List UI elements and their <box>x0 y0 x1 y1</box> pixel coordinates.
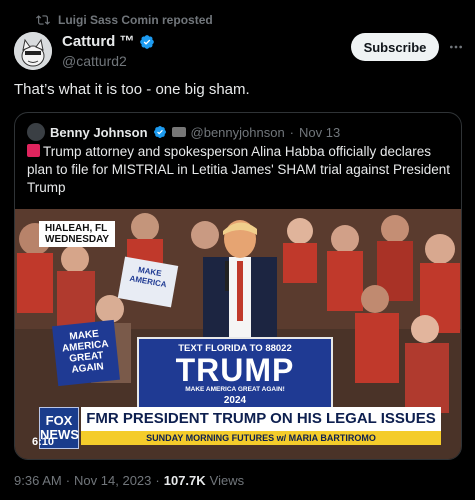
siren-emoji-icon <box>27 144 40 157</box>
tweet-metadata: 9:36 AM · Nov 14, 2023 · 107.7K Views <box>14 473 244 488</box>
quoted-tweet-video[interactable]: HIALEAH, FL WEDNESDAY MAKE AMERICA MAKE … <box>15 209 461 459</box>
author-avatar[interactable] <box>14 32 52 70</box>
cat-avatar-icon <box>14 32 52 70</box>
maga-sign-top: MAKE AMERICA <box>117 256 179 308</box>
verified-badge-icon <box>139 34 154 49</box>
verified-badge-icon <box>153 126 166 138</box>
quoted-tweet-text: Trump attorney and spokesperson Alina Ha… <box>27 144 451 195</box>
tweet-date[interactable]: Nov 14, 2023 <box>74 473 151 488</box>
sign-year-text: 2024 <box>223 395 247 406</box>
quoted-tweet-text-block: Trump attorney and spokesperson Alina Ha… <box>27 143 452 197</box>
views-label: Views <box>209 473 245 488</box>
location-line-1: HIALEAH, FL <box>45 223 108 234</box>
author-name: Catturd ™ <box>62 33 135 50</box>
quoted-author-name: Benny Johnson <box>50 124 148 140</box>
sign-main-text: TRUMP <box>175 352 295 388</box>
repost-text: Luigi Sass Comin reposted <box>58 13 213 27</box>
maga-sign-left: MAKE AMERICA GREAT AGAIN <box>52 319 120 387</box>
quoted-tweet-date: Nov 13 <box>299 124 341 140</box>
news-lower-third: FOX NEWS 6:10 FMR PRESIDENT TRUMP ON HIS… <box>15 407 461 459</box>
tweet-text: That’s what it is too - one big sham. <box>14 81 250 98</box>
show-name: SUNDAY MORNING FUTURES w/ MARIA BARTIROM… <box>81 431 441 445</box>
author-name-row[interactable]: Catturd ™ <box>62 33 155 50</box>
affiliate-badge-icon <box>171 127 186 137</box>
quoted-author-handle: @bennyjohnson <box>190 124 285 140</box>
repost-indicator[interactable]: Luigi Sass Comin reposted <box>36 13 213 27</box>
quoted-author-avatar <box>27 123 45 141</box>
author-handle[interactable]: @catturd2 <box>62 53 155 69</box>
author-info: Catturd ™ @catturd2 <box>62 33 155 69</box>
more-options-icon[interactable] <box>448 39 464 55</box>
location-line-2: WEDNESDAY <box>45 234 110 245</box>
separator: · <box>289 124 295 140</box>
location-tag: HIALEAH, FL WEDNESDAY <box>39 221 116 247</box>
tweet-time[interactable]: 9:36 AM <box>14 473 62 488</box>
quoted-tweet-card[interactable]: Benny Johnson @bennyjohnson · Nov 13 Tru… <box>14 112 462 460</box>
separator: · <box>65 473 71 488</box>
views-count: 107.7K <box>163 473 206 488</box>
quoted-tweet-header: Benny Johnson @bennyjohnson · Nov 13 <box>27 123 340 141</box>
subscribe-button[interactable]: Subscribe <box>351 33 439 61</box>
video-time: 6:10 <box>32 436 55 448</box>
separator: · <box>155 473 160 488</box>
podium-sign: TEXT FLORIDA TO 88022 TRUMP MAKE AMERICA… <box>137 337 333 409</box>
news-headline: FMR PRESIDENT TRUMP ON HIS LEGAL ISSUES <box>81 407 441 431</box>
sign-sub-text: MAKE AMERICA GREAT AGAIN! <box>185 386 285 393</box>
repost-icon <box>36 15 50 25</box>
